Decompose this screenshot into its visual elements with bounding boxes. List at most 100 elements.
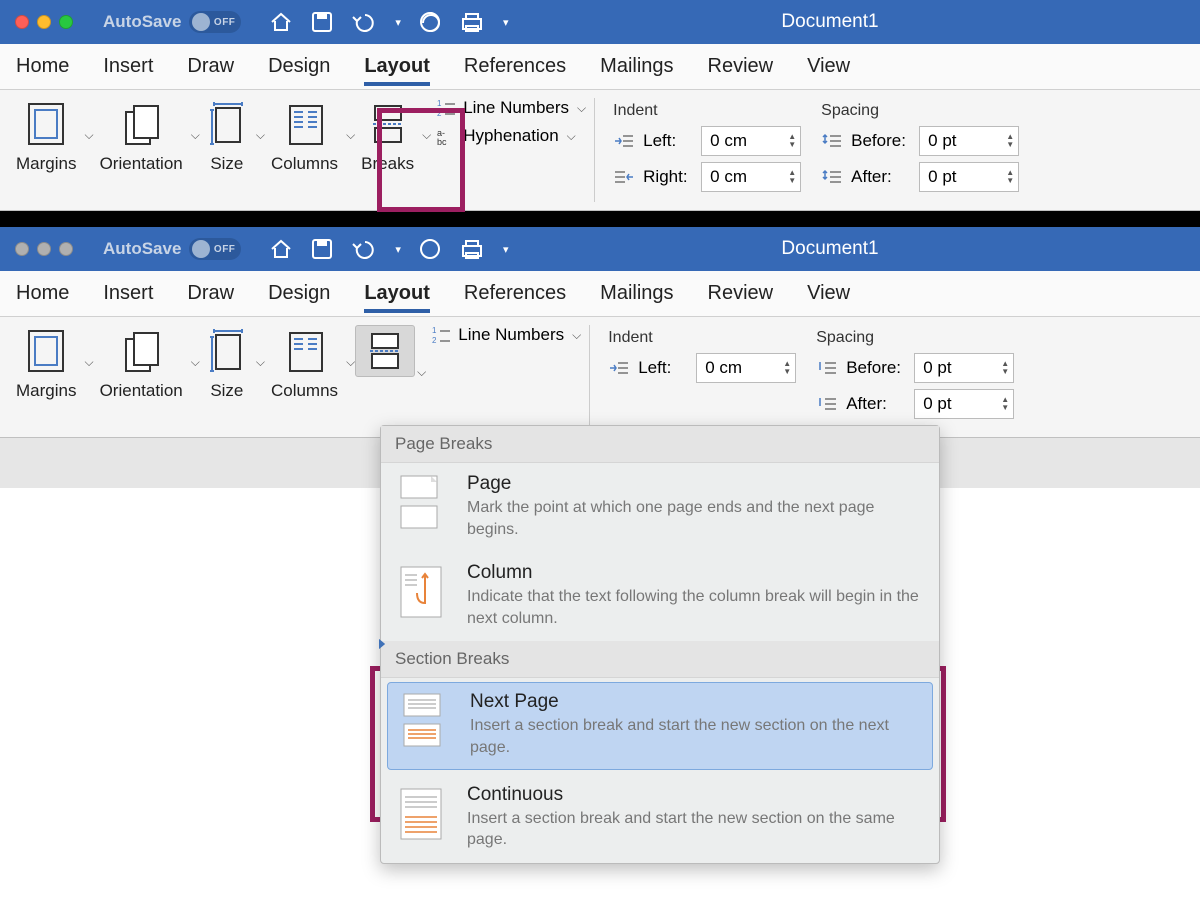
document-title-2: Document1: [781, 238, 878, 260]
tab-review[interactable]: Review: [708, 55, 774, 78]
size-button[interactable]: Size: [200, 98, 254, 176]
line-numbers-button[interactable]: 12 Line Numbers ⌵: [437, 98, 586, 118]
svg-text:2: 2: [437, 109, 442, 118]
line-numbers-button[interactable]: 12 Line Numbers ⌵: [432, 325, 581, 345]
column-break-icon: [391, 562, 451, 622]
autosave-toggle-2[interactable]: OFF: [189, 238, 241, 260]
redo-icon[interactable]: [419, 238, 441, 260]
qat-customize-dropdown[interactable]: ▾: [503, 16, 509, 29]
tab-view[interactable]: View: [807, 282, 850, 305]
after-label: After:: [851, 167, 911, 187]
home-icon[interactable]: [269, 237, 293, 261]
tab-references[interactable]: References: [464, 282, 566, 305]
ribbon: Margins ⌵ Orientation ⌵ Size ⌵ Columns ⌵…: [0, 90, 1200, 211]
tab-review[interactable]: Review: [708, 282, 774, 305]
orientation-button[interactable]: Orientation: [94, 98, 189, 176]
autosave-label: AutoSave: [103, 12, 181, 32]
undo-icon[interactable]: [351, 238, 377, 260]
tab-design[interactable]: Design: [268, 55, 330, 78]
indent-left-icon: [613, 133, 635, 149]
breaks-dropdown[interactable]: ⌵: [422, 128, 431, 143]
indent-left-input[interactable]: 0 cm▲▼: [696, 353, 796, 383]
minimize-window-button-inactive[interactable]: [37, 242, 51, 256]
breaks-dropdown-menu: Page Breaks Page Mark the point at which…: [380, 425, 940, 864]
spacing-before-input[interactable]: 0 pt▲▼: [914, 353, 1014, 383]
spacing-before-input[interactable]: 0 pt▲▼: [919, 126, 1019, 156]
size-button[interactable]: Size: [200, 325, 254, 403]
indent-left-input[interactable]: 0 cm▲▼: [701, 126, 801, 156]
margins-button[interactable]: Margins: [10, 98, 82, 176]
save-icon[interactable]: [311, 11, 333, 33]
columns-button[interactable]: Columns: [265, 325, 344, 403]
margins-dropdown[interactable]: ⌵: [84, 128, 93, 143]
margins-button[interactable]: Margins: [10, 325, 82, 403]
titlebar: AutoSave OFF ▾ ▾ Document1: [0, 0, 1200, 44]
tab-design[interactable]: Design: [268, 282, 330, 305]
before-label: Before:: [851, 131, 911, 151]
spacing-after-icon: [821, 169, 843, 185]
size-dropdown[interactable]: ⌵: [256, 128, 265, 143]
menu-item-column[interactable]: Column Indicate that the text following …: [381, 552, 939, 641]
home-icon[interactable]: [269, 10, 293, 34]
page-breaks-header: Page Breaks: [381, 426, 939, 463]
hyphenation-button[interactable]: a-bc Hyphenation ⌵: [437, 126, 586, 146]
spacing-after-input[interactable]: 0 pt▲▼: [914, 389, 1014, 419]
maximize-window-button-inactive[interactable]: [59, 242, 73, 256]
tab-layout[interactable]: Layout: [364, 282, 430, 313]
tab-draw[interactable]: Draw: [187, 55, 234, 78]
minimize-window-button[interactable]: [37, 15, 51, 29]
ribbon-2: Margins ⌵ Orientation ⌵ Size ⌵ Columns ⌵…: [0, 317, 1200, 438]
menu-item-continuous[interactable]: Continuous Insert a section break and st…: [381, 774, 939, 863]
section-breaks-header: Section Breaks: [381, 641, 939, 678]
autosave-toggle[interactable]: OFF: [189, 11, 241, 33]
indent-label: Indent: [613, 102, 801, 120]
undo-dropdown[interactable]: ▾: [395, 16, 401, 29]
tab-draw[interactable]: Draw: [187, 282, 234, 305]
indent-right-input[interactable]: 0 cm▲▼: [701, 162, 801, 192]
tab-view[interactable]: View: [807, 55, 850, 78]
next-page-break-icon: [394, 691, 454, 751]
orientation-button[interactable]: Orientation: [94, 325, 189, 403]
menu-item-page[interactable]: Page Mark the point at which one page en…: [381, 463, 939, 552]
undo-icon[interactable]: [351, 11, 377, 33]
indent-right-icon: [613, 169, 635, 185]
window-top: AutoSave OFF ▾ ▾ Document1 Home Insert D…: [0, 0, 1200, 211]
right-label: Right:: [643, 167, 693, 187]
close-window-button-inactive[interactable]: [15, 242, 29, 256]
columns-button[interactable]: Columns: [265, 98, 344, 176]
orientation-dropdown[interactable]: ⌵: [191, 128, 200, 143]
left-label: Left:: [643, 131, 693, 151]
tab-home[interactable]: Home: [16, 55, 69, 78]
ribbon-tabs: Home Insert Draw Design Layout Reference…: [0, 44, 1200, 90]
menu-item-next-page[interactable]: Next Page Insert a section break and sta…: [387, 682, 933, 769]
page-break-icon: [391, 473, 451, 533]
tab-references[interactable]: References: [464, 55, 566, 78]
redo-icon[interactable]: [419, 11, 441, 33]
document-title: Document1: [781, 11, 878, 33]
print-icon[interactable]: [459, 11, 485, 33]
spacing-after-input[interactable]: 0 pt▲▼: [919, 162, 1019, 192]
breaks-button-active[interactable]: [355, 325, 415, 377]
tab-home[interactable]: Home: [16, 282, 69, 305]
tab-insert[interactable]: Insert: [103, 55, 153, 78]
continuous-break-icon: [391, 784, 451, 844]
svg-text:1: 1: [437, 99, 442, 108]
tab-mailings[interactable]: Mailings: [600, 55, 673, 78]
svg-text:bc: bc: [437, 137, 447, 146]
svg-text:2: 2: [432, 336, 437, 345]
svg-text:1: 1: [432, 326, 437, 335]
tab-layout[interactable]: Layout: [364, 55, 430, 86]
tab-insert[interactable]: Insert: [103, 282, 153, 305]
spacing-before-icon: [821, 133, 843, 149]
close-window-button[interactable]: [15, 15, 29, 29]
print-icon[interactable]: [459, 238, 485, 260]
maximize-window-button[interactable]: [59, 15, 73, 29]
save-icon[interactable]: [311, 238, 333, 260]
undo-dropdown[interactable]: ▾: [395, 243, 401, 256]
tab-mailings[interactable]: Mailings: [600, 282, 673, 305]
columns-dropdown[interactable]: ⌵: [346, 128, 355, 143]
autosave-label-2: AutoSave: [103, 239, 181, 259]
titlebar-2: AutoSave OFF ▾ ▾ Document1: [0, 227, 1200, 271]
breaks-button[interactable]: Breaks: [355, 98, 420, 176]
qat-customize-dropdown[interactable]: ▾: [503, 243, 509, 256]
